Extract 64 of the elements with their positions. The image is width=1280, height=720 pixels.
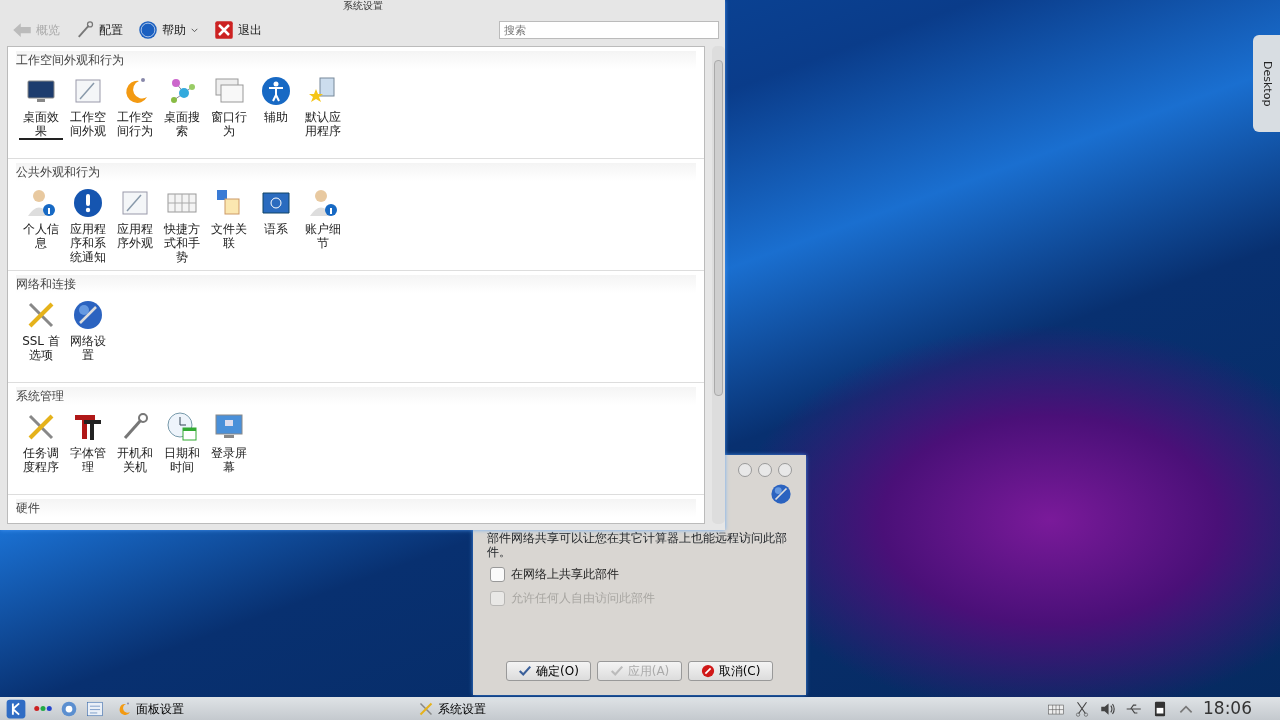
app-menu-icon [6, 698, 26, 719]
settings-module-item[interactable]: 任务调度程序 [19, 411, 63, 474]
settings-module-item[interactable]: 日期和时间 [160, 411, 204, 474]
settings-module-item[interactable]: 文件关联 [207, 187, 251, 264]
close-icon [214, 20, 234, 40]
arrow-left-icon [12, 20, 32, 40]
settings-module-item[interactable]: 账户细节 [301, 187, 345, 264]
scrollbar[interactable] [712, 46, 725, 524]
cancel-button[interactable]: 取消(C) [688, 661, 773, 681]
settings-module-item[interactable]: 登录屏幕 [207, 411, 251, 474]
taskbar-task[interactable]: 系统设置 [414, 699, 490, 718]
clock-icon [166, 411, 198, 443]
minimize-button[interactable] [738, 463, 752, 477]
settings-module-item[interactable]: 语系 [254, 187, 298, 264]
globe-icon [72, 299, 104, 331]
file-manager-icon [86, 699, 104, 718]
ok-button[interactable]: 确定(O) [506, 661, 591, 681]
globe-icon [770, 483, 792, 505]
desktop-toolbox-tab[interactable]: Desktop [1253, 35, 1280, 132]
section-title: 硬件 [16, 499, 697, 517]
user-icon [25, 187, 57, 219]
settings-module-item[interactable]: 桌面搜索 [160, 75, 204, 140]
maximize-button[interactable] [758, 463, 772, 477]
settings-module-item[interactable]: 开机和关机 [113, 411, 157, 474]
settings-module-item[interactable]: SSL 首选项 [19, 299, 63, 362]
section-title: 网络和连接 [16, 275, 697, 293]
settings-module-item[interactable]: 辅助 [254, 75, 298, 140]
settings-module-item[interactable]: 字体管理 [66, 411, 110, 474]
search-field[interactable]: 搜索 [499, 21, 719, 39]
window-title: 系统设置 [342, 0, 383, 13]
cancel-icon [700, 664, 715, 678]
checkbox[interactable] [490, 566, 505, 582]
taskbar-task[interactable]: 面板设置 [112, 699, 188, 718]
checkbox-label: 在网络上共享此部件 [511, 566, 619, 583]
browser-icon [60, 699, 78, 718]
user-icon [307, 187, 339, 219]
scrollbar-thumb[interactable] [714, 60, 723, 396]
settings-module-item[interactable]: 工作空间外观 [66, 75, 110, 140]
settings-module-item[interactable]: 应用程序和系统通知 [66, 187, 110, 264]
close-button[interactable] [778, 463, 792, 477]
section-title: 系统管理 [16, 387, 697, 405]
configure-button[interactable]: 配置 [69, 18, 129, 42]
accessibility-icon [260, 75, 292, 107]
section-title: 工作空间外观和行为 [16, 51, 697, 69]
quit-button[interactable]: 退出 [208, 18, 268, 42]
settings-module-item[interactable]: 应用程序外观 [113, 187, 157, 264]
settings-module-item[interactable]: 桌面效果 [19, 75, 63, 140]
tools-icon [418, 700, 434, 717]
dots-icon [34, 706, 52, 711]
settings-module-item[interactable]: 工作空间行为 [113, 75, 157, 140]
check-icon [518, 664, 533, 678]
settings-module-item[interactable]: 快捷方式和手势 [160, 187, 204, 264]
help-button[interactable]: 帮助 [132, 18, 205, 42]
settings-module-item[interactable]: 窗口行为 [207, 75, 251, 140]
wrench-icon [75, 20, 95, 40]
exclamation-icon [72, 187, 104, 219]
settings-module-item[interactable]: 默认应用程序 [301, 75, 345, 140]
dialog-description: 部件网络共享可以让您在其它计算器上也能远程访问此部件。 [487, 531, 788, 559]
scissors-icon [1073, 699, 1091, 718]
settings-module-item[interactable]: 个人信息 [19, 187, 63, 264]
section-title: 公共外观和行为 [16, 163, 697, 181]
clock: 18:06 [1203, 696, 1252, 720]
settings-module-item[interactable]: 网络设置 [66, 299, 110, 362]
check-faint-icon [609, 664, 624, 678]
